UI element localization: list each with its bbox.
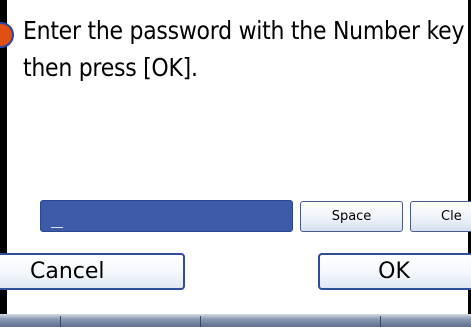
password-input[interactable]: _ <box>40 200 293 232</box>
status-bar-divider <box>380 316 381 327</box>
space-button[interactable]: Space <box>300 201 403 232</box>
prompt-message-line-1: Enter the password with the Number key <box>23 16 465 45</box>
prompt-message-line-2: then press [OK]. <box>23 53 198 82</box>
status-bar-divider <box>60 316 61 327</box>
cancel-button[interactable]: Cancel <box>0 253 185 290</box>
password-value: _ <box>51 204 64 228</box>
status-bar-divider <box>200 316 201 327</box>
ok-button[interactable]: OK <box>318 253 471 290</box>
clear-button[interactable]: Cle <box>410 201 471 232</box>
bottom-status-bar <box>0 314 471 327</box>
question-mark-icon <box>0 22 14 48</box>
